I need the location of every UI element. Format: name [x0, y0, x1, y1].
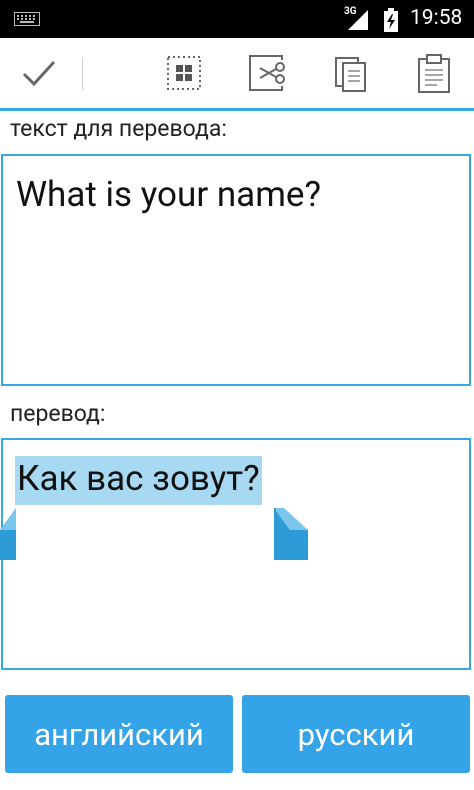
signal-icon: [348, 10, 368, 30]
translation-label: перевод:: [10, 400, 106, 427]
keyboard-icon: [14, 12, 40, 26]
clock: 19:58: [410, 6, 463, 30]
status-bar: 3G 19:58: [0, 0, 474, 38]
checkmark-icon[interactable]: [18, 52, 60, 94]
action-bar: [0, 38, 474, 111]
paste-icon[interactable]: [413, 52, 455, 94]
source-text: What is your name?: [16, 174, 322, 215]
cut-icon[interactable]: [246, 52, 288, 94]
source-language-button[interactable]: английский: [5, 695, 233, 773]
selection-end-handle[interactable]: [274, 508, 308, 564]
selection-start-handle[interactable]: [0, 508, 16, 564]
source-label: текст для перевода:: [10, 115, 227, 142]
source-text-field[interactable]: What is your name?: [1, 154, 471, 386]
translation-text: Как вас зовут?: [15, 456, 262, 505]
select-all-icon[interactable]: [163, 52, 205, 94]
target-language-button[interactable]: русский: [242, 695, 470, 773]
action-bar-divider: [82, 58, 83, 90]
translation-text-field[interactable]: Как вас зовут?: [1, 438, 471, 670]
battery-charging-icon: [384, 8, 398, 32]
copy-icon[interactable]: [330, 52, 372, 94]
